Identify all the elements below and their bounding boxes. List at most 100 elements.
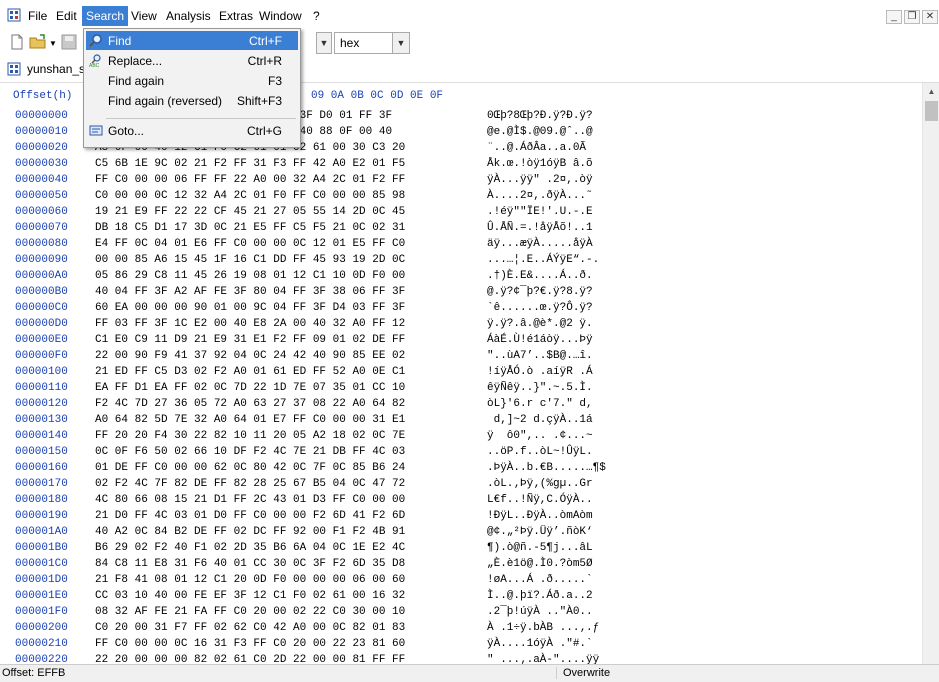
table-row[interactable]: 000001C0 84 C8 11 E8 31 F6 40 01 CC 30 0C…	[0, 558, 920, 574]
row-text[interactable]: .2¯þ!úÿÀ .."À0..	[487, 606, 593, 618]
encoding-select[interactable]: hex ▼	[334, 32, 410, 54]
row-text[interactable]: 0Œþ?8Œþ?Ð.ÿ?Ð.ÿ?	[487, 110, 593, 122]
table-row[interactable]: 000001D0 21 F8 41 08 01 12 C1 20 0D F0 00…	[0, 574, 920, 590]
row-hex-bytes[interactable]: FF C0 00 00 06 FF FF 22 A0 00 32 A4 2C 0…	[95, 174, 405, 186]
row-text[interactable]: @.ÿ?¢¯þ?€.ÿ?8.ÿ?	[487, 286, 593, 298]
row-hex-bytes[interactable]: 21 D0 FF 4C 03 01 D0 FF C0 00 00 F2 6D 4…	[95, 510, 405, 522]
row-text[interactable]: Û.ÅÑ.=.!åÿÅõ!..1	[487, 222, 593, 234]
row-text[interactable]: !øA...Á .ð.....`	[487, 574, 593, 586]
row-text[interactable]: .ÞÿÀ..b.€B.....…¶$	[487, 462, 606, 474]
table-row[interactable]: 00000030 C5 6B 1E 9C 02 21 F2 FF 31 F3 FF…	[0, 158, 920, 174]
row-hex-bytes[interactable]: A0 64 82 5D 7E 32 A0 64 01 E7 FF C0 00 0…	[95, 414, 405, 426]
row-text[interactable]: Åk.œ.!òÿ1óÿB â.õ	[487, 158, 593, 170]
restore-icon[interactable]: ❐	[904, 10, 920, 24]
row-hex-bytes[interactable]: 4C 80 66 08 15 21 D1 FF 2C 43 01 D3 FF C…	[95, 494, 405, 506]
open-folder-icon[interactable]	[29, 33, 47, 51]
row-text[interactable]: ÿ.ÿ?.â.@è*.@2 ÿ.	[487, 318, 593, 330]
row-hex-bytes[interactable]: DB 18 C5 D1 17 3D 0C 21 E5 FF C5 F5 21 0…	[95, 222, 405, 234]
row-hex-bytes[interactable]: 05 86 29 C8 11 45 26 19 08 01 12 C1 10 0…	[95, 270, 405, 282]
row-hex-bytes[interactable]: 08 32 AF FE 21 FA FF C0 20 00 02 22 C0 3…	[95, 606, 405, 618]
row-text[interactable]: @¢.„²Þÿ.Üÿ’.ñòK‘	[487, 526, 593, 538]
row-hex-bytes[interactable]: C1 E0 C9 11 D9 21 E9 31 E1 F2 FF 09 01 0…	[95, 334, 405, 346]
menu-analysis[interactable]: Analysis	[162, 6, 215, 26]
table-row[interactable]: 00000040 FF C0 00 00 06 FF FF 22 A0 00 32…	[0, 174, 920, 190]
table-row[interactable]: 000001E0 CC 03 10 40 00 FE EF 3F 12 C1 F0…	[0, 590, 920, 606]
row-hex-bytes[interactable]: FF 20 20 F4 30 22 82 10 11 20 05 A2 18 0…	[95, 430, 405, 442]
menu-help[interactable]: ?	[309, 6, 324, 26]
row-hex-bytes[interactable]: 21 F8 41 08 01 12 C1 20 0D F0 00 00 00 0…	[95, 574, 405, 586]
row-hex-bytes[interactable]: 19 21 E9 FF 22 22 CF 45 21 27 05 55 14 2…	[95, 206, 405, 218]
row-hex-bytes[interactable]: E4 FF 0C 04 01 E6 FF C0 00 00 0C 12 01 E…	[95, 238, 405, 250]
table-row[interactable]: 00000120 F2 4C 7D 27 36 05 72 A0 63 27 37…	[0, 398, 920, 414]
menu-search[interactable]: Search	[82, 6, 129, 26]
row-text[interactable]: Ì..@.þï?.Áð.a..2	[487, 590, 593, 602]
row-hex-bytes[interactable]: 22 20 00 00 00 82 02 61 C0 2D 22 00 00 8…	[95, 654, 405, 664]
table-row[interactable]: 00000100 21 ED FF C5 D3 02 F2 A0 01 61 ED…	[0, 366, 920, 382]
row-text[interactable]: @e.@Ì$.@09.@ˆ..@	[487, 126, 593, 138]
row-text[interactable]: ¶).ò@ñ.-5¶j...âL	[487, 542, 593, 554]
table-row[interactable]: 00000160 01 DE FF C0 00 00 62 0C 80 42 0C…	[0, 462, 920, 478]
row-hex-bytes[interactable]: C0 20 00 31 F7 FF 02 62 C0 42 A0 00 0C 8…	[95, 622, 405, 634]
row-hex-bytes[interactable]: C0 00 00 0C 12 32 A4 2C 01 F0 FF C0 00 0…	[95, 190, 405, 202]
table-row[interactable]: 000000D0 FF 03 FF 3F 1C E2 00 40 E8 2A 00…	[0, 318, 920, 334]
row-text[interactable]: òL}'6.r c'7." d,	[487, 398, 593, 410]
menu-edit[interactable]: Edit	[52, 6, 81, 26]
row-text[interactable]: L€f..!Ñÿ,C.ÓÿÀ..	[487, 494, 593, 506]
menu-item-goto[interactable]: Goto... Ctrl+G	[86, 121, 298, 140]
table-row[interactable]: 00000150 0C 0F F6 50 02 66 10 DF F2 4C 7E…	[0, 446, 920, 462]
table-row[interactable]: 00000130 A0 64 82 5D 7E 32 A0 64 01 E7 FF…	[0, 414, 920, 430]
row-hex-bytes[interactable]: 01 DE FF C0 00 00 62 0C 80 42 0C 7F 0C 8…	[95, 462, 405, 474]
table-row[interactable]: 000001F0 08 32 AF FE 21 FA FF C0 20 00 02…	[0, 606, 920, 622]
table-row[interactable]: 00000090 00 00 85 A6 15 45 1F 16 C1 DD FF…	[0, 254, 920, 270]
row-hex-bytes[interactable]: C5 6B 1E 9C 02 21 F2 FF 31 F3 FF 42 A0 E…	[95, 158, 405, 170]
row-text[interactable]: ..öP.f..òL~!ÛÿL.	[487, 446, 593, 458]
table-row[interactable]: 00000060 19 21 E9 FF 22 22 CF 45 21 27 05…	[0, 206, 920, 222]
row-text[interactable]: ÁàÉ.Ù!é1áòÿ...Þÿ	[487, 334, 593, 346]
row-hex-bytes[interactable]: 02 F2 4C 7F 82 DE FF 82 28 25 67 B5 04 0…	[95, 478, 405, 490]
table-row[interactable]: 000000A0 05 86 29 C8 11 45 26 19 08 01 12…	[0, 270, 920, 286]
table-row[interactable]: 00000170 02 F2 4C 7F 82 DE FF 82 28 25 67…	[0, 478, 920, 494]
menu-file[interactable]: File	[24, 6, 51, 26]
menu-window[interactable]: Window	[255, 6, 306, 26]
row-hex-bytes[interactable]: FF C0 00 00 0C 16 31 F3 FF C0 20 00 22 2…	[95, 638, 405, 650]
row-hex-bytes[interactable]: 60 EA 00 00 00 90 01 00 9C 04 FF 3F D4 0…	[95, 302, 405, 314]
table-row[interactable]: 00000080 E4 FF 0C 04 01 E6 FF C0 00 00 0C…	[0, 238, 920, 254]
row-hex-bytes[interactable]: 40 A2 0C 84 B2 DE FF 02 DC FF 92 00 F1 F…	[95, 526, 405, 538]
view-mode-dropdown[interactable]: ▼	[316, 32, 332, 54]
row-text[interactable]: d,]~2 d.çÿÀ..1á	[487, 414, 593, 426]
row-text[interactable]: ...…¦.E..ÁÝÿE“.-.	[487, 254, 599, 266]
row-hex-bytes[interactable]: B6 29 02 F2 40 F1 02 2D 35 B6 6A 04 0C 1…	[95, 542, 405, 554]
table-row[interactable]: 000000E0 C1 E0 C9 11 D9 21 E9 31 E1 F2 FF…	[0, 334, 920, 350]
table-row[interactable]: 000001A0 40 A2 0C 84 B2 DE FF 02 DC FF 92…	[0, 526, 920, 542]
minimize-icon[interactable]: _	[886, 10, 902, 24]
row-text[interactable]: À .1÷ÿ.bÀB ...‚.ƒ	[487, 622, 599, 634]
row-hex-bytes[interactable]: F2 4C 7D 27 36 05 72 A0 63 27 37 08 22 A…	[95, 398, 405, 410]
menu-item-replace[interactable]: ABC Replace... Ctrl+R	[86, 51, 298, 70]
row-hex-bytes[interactable]: 84 C8 11 E8 31 F6 40 01 CC 30 0C 3F F2 6…	[95, 558, 405, 570]
table-row[interactable]: 000000B0 40 04 FF 3F A2 AF FE 3F 80 04 FF…	[0, 286, 920, 302]
table-row[interactable]: 000001B0 B6 29 02 F2 40 F1 02 2D 35 B6 6A…	[0, 542, 920, 558]
table-row[interactable]: 00000050 C0 00 00 0C 12 32 A4 2C 01 F0 FF…	[0, 190, 920, 206]
row-text[interactable]: .!éÿ""ÏE!'.U.-.E	[487, 206, 593, 218]
row-text[interactable]: êÿÑêÿ..}".~.5.Ì.	[487, 382, 593, 394]
row-text[interactable]: !ÐÿL..ÐÿÀ..òmAòm	[487, 510, 593, 522]
table-row[interactable]: 000000C0 60 EA 00 00 00 90 01 00 9C 04 FF…	[0, 302, 920, 318]
save-icon[interactable]	[60, 33, 78, 51]
row-text[interactable]: !íÿÅÓ.ò .aíÿR .Á	[487, 366, 593, 378]
row-text[interactable]: „È.è1ö@.Ì0.?òm5Ø	[487, 558, 593, 570]
row-text[interactable]: " ...‚.aÀ-"....ÿÿ	[487, 654, 599, 664]
table-row[interactable]: 00000210 FF C0 00 00 0C 16 31 F3 FF C0 20…	[0, 638, 920, 654]
row-text[interactable]: ÿÀ....1óÿÀ ."#.`	[487, 638, 593, 650]
table-row[interactable]: 00000070 DB 18 C5 D1 17 3D 0C 21 E5 FF C5…	[0, 222, 920, 238]
row-text[interactable]: ¨..@.ÁðÂa..a.0Ã	[487, 142, 593, 154]
row-hex-bytes[interactable]: EA FF D1 EA FF 02 0C 7D 22 1D 7E 07 35 0…	[95, 382, 405, 394]
menu-view[interactable]: View	[127, 6, 161, 26]
row-text[interactable]: ÿÀ...ÿÿ" .2¤,.òÿ	[487, 174, 593, 186]
row-hex-bytes[interactable]: FF 03 FF 3F 1C E2 00 40 E8 2A 00 40 32 A…	[95, 318, 405, 330]
row-hex-bytes[interactable]: 00 00 85 A6 15 45 1F 16 C1 DD FF 45 93 1…	[95, 254, 405, 266]
open-dropdown-chevron-icon[interactable]: ▼	[49, 39, 57, 48]
hex-editor-view[interactable]: Offset(h) 09 0A 0B 0C 0D 0E 0F 00000000 …	[0, 83, 939, 664]
row-hex-bytes[interactable]: 40 04 FF 3F A2 AF FE 3F 80 04 FF 3F 38 0…	[95, 286, 405, 298]
table-row[interactable]: 00000140 FF 20 20 F4 30 22 82 10 11 20 05…	[0, 430, 920, 446]
table-row[interactable]: 00000180 4C 80 66 08 15 21 D1 FF 2C 43 01…	[0, 494, 920, 510]
